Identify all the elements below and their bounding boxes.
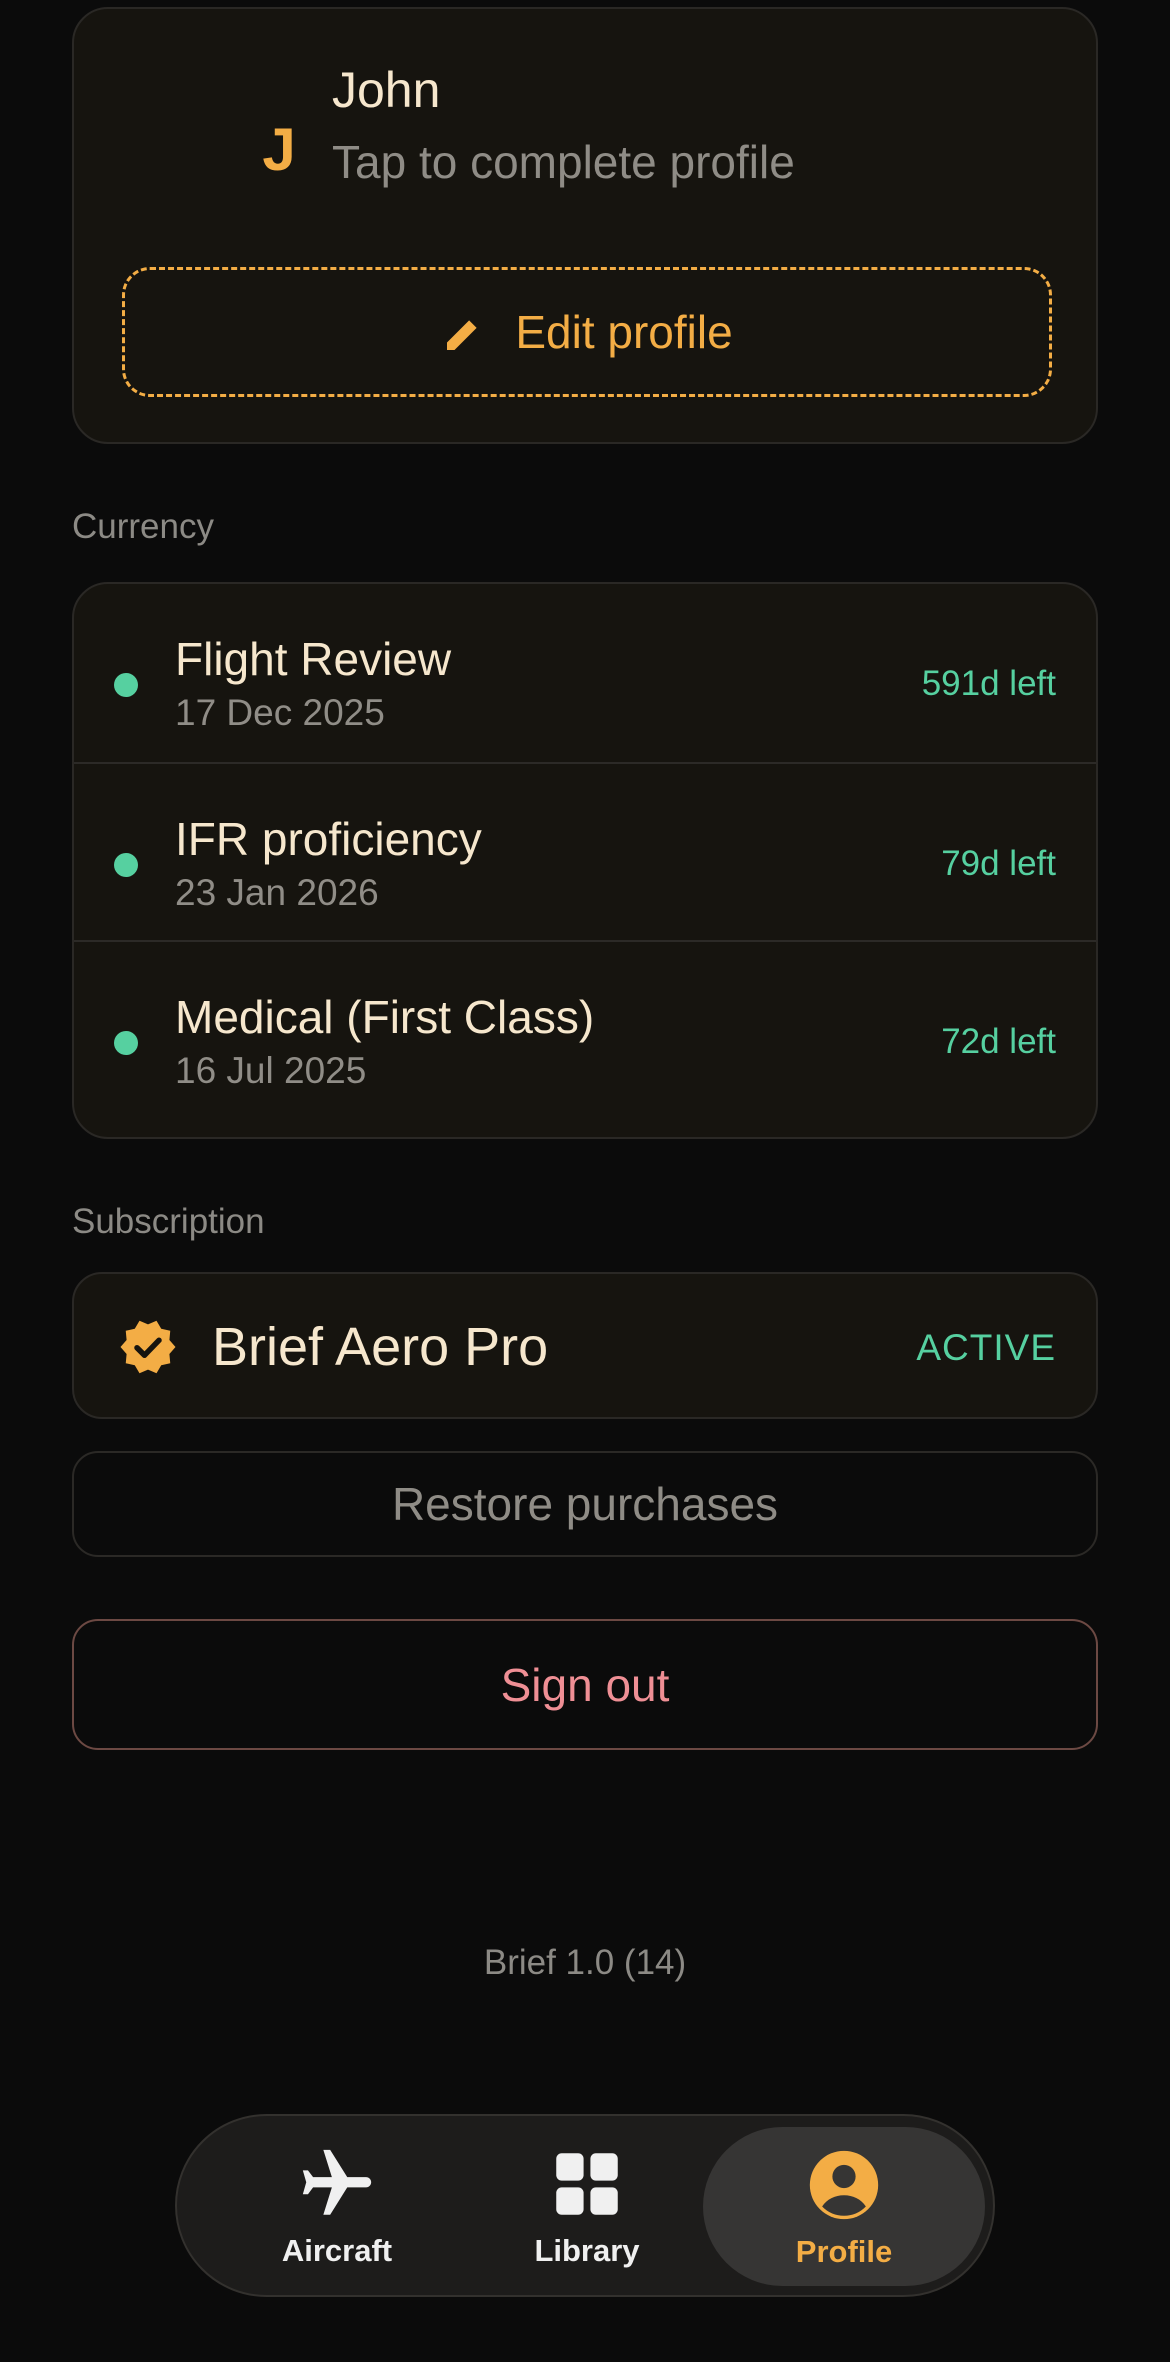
tab-label: Aircraft bbox=[281, 2232, 393, 2268]
currency-section-label: Currency bbox=[72, 507, 214, 546]
currency-row-flight-review[interactable]: Flight Review 17 Dec 2025 591d left bbox=[74, 584, 1096, 762]
pencil-icon bbox=[447, 320, 477, 350]
currency-remaining: 591d left bbox=[921, 664, 1056, 703]
subscription-card[interactable]: Brief Aero Pro ACTIVE bbox=[72, 1272, 1098, 1419]
currency-date: 16 Jul 2025 bbox=[175, 1050, 367, 1091]
tab-profile[interactable]: Profile bbox=[703, 2127, 985, 2286]
currency-title: Medical (First Class) bbox=[175, 991, 595, 1043]
currency-card: Flight Review 17 Dec 2025 591d left IFR … bbox=[72, 582, 1098, 1139]
tab-label: Profile bbox=[795, 2233, 893, 2269]
currency-title: Flight Review bbox=[175, 633, 452, 685]
subscription-section-label: Subscription bbox=[72, 1202, 265, 1241]
status-dot bbox=[114, 673, 138, 697]
currency-date: 23 Jan 2026 bbox=[175, 872, 379, 913]
status-dot bbox=[114, 853, 138, 877]
grid-icon bbox=[556, 2152, 618, 2215]
app-version: Brief 1.0 (14) bbox=[483, 1943, 687, 1982]
currency-remaining: 72d left bbox=[941, 1022, 1056, 1061]
profile-name: John bbox=[332, 62, 441, 118]
profile-card[interactable]: J John Tap to complete profile Edit prof… bbox=[72, 7, 1098, 444]
subscription-plan: Brief Aero Pro bbox=[212, 1317, 549, 1377]
currency-title: IFR proficiency bbox=[175, 813, 482, 865]
edit-profile-label: Edit profile bbox=[515, 306, 733, 358]
tab-label: Library bbox=[534, 2232, 640, 2268]
tab-library[interactable]: Library bbox=[487, 2116, 687, 2295]
verified-badge-icon bbox=[120, 1320, 176, 1374]
edit-profile-button[interactable]: Edit profile bbox=[122, 267, 1052, 397]
restore-purchases-button[interactable]: Restore purchases bbox=[72, 1451, 1098, 1557]
currency-remaining: 79d left bbox=[941, 844, 1056, 883]
currency-row-ifr-proficiency[interactable]: IFR proficiency 23 Jan 2026 79d left bbox=[74, 762, 1096, 940]
profile-subtitle: Tap to complete profile bbox=[332, 136, 795, 188]
status-dot bbox=[114, 1031, 138, 1055]
subscription-status-badge: ACTIVE bbox=[916, 1327, 1056, 1368]
sign-out-button[interactable]: Sign out bbox=[72, 1619, 1098, 1750]
account-circle-icon bbox=[809, 2150, 879, 2219]
currency-date: 17 Dec 2025 bbox=[175, 692, 385, 733]
currency-row-medical[interactable]: Medical (First Class) 16 Jul 2025 72d le… bbox=[74, 940, 1096, 1118]
airplane-icon bbox=[302, 2149, 372, 2215]
tab-aircraft[interactable]: Aircraft bbox=[237, 2116, 437, 2295]
tab-bar: Aircraft Library Profile bbox=[175, 2114, 995, 2297]
